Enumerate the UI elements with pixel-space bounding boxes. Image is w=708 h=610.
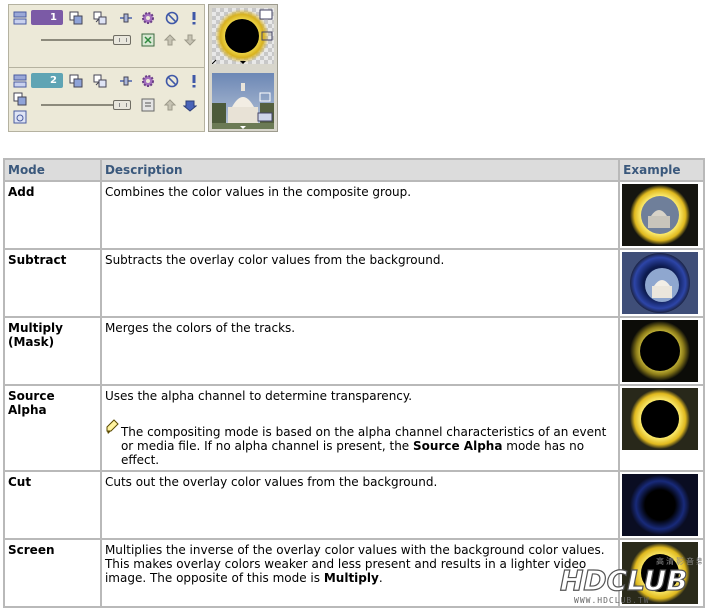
mode-cell: Subtract: [5, 250, 100, 316]
description-cell: Cuts out the overlay color values from t…: [101, 472, 619, 538]
track-fx-gear-icon[interactable]: [141, 74, 155, 88]
table-row: Cut Cuts out the overlay color values fr…: [5, 472, 703, 538]
move-up-arrow-icon[interactable]: [163, 98, 177, 112]
example-image-cut: [622, 474, 699, 536]
move-down-arrow-icon[interactable]: [183, 33, 197, 47]
move-up-arrow-icon[interactable]: [163, 33, 177, 47]
compositing-mode-icon[interactable]: [69, 74, 83, 88]
track-level-slider-thumb[interactable]: [113, 100, 131, 110]
note-bold-mode: Source Alpha: [413, 439, 503, 453]
example-cell: [620, 386, 703, 470]
description-cell: Subtracts the overlay color values from …: [101, 250, 619, 316]
compositing-modes-table: Mode Description Example Add Combines th…: [3, 158, 705, 608]
table-row: Multiply (Mask) Merges the colors of the…: [5, 318, 703, 384]
track-level-slider-thumb[interactable]: [113, 35, 131, 45]
parent-compositing-icon[interactable]: [119, 11, 133, 25]
track-expand-icon[interactable]: [13, 74, 27, 88]
track-header-2[interactable]: 2: [9, 68, 204, 130]
watermark-url: WWW.HDCLUB.TW: [574, 596, 650, 605]
description-cell: Multiplies the inverse of the overlay co…: [101, 540, 619, 606]
track-number-badge: 1: [31, 10, 63, 25]
example-cell: [620, 250, 703, 316]
timeline-events: [208, 4, 278, 132]
solo-icon[interactable]: [187, 11, 201, 25]
parent-compositing-icon[interactable]: [119, 74, 133, 88]
compositing-child-icon[interactable]: [13, 92, 27, 106]
table-header-row: Mode Description Example: [5, 160, 703, 180]
example-image-source-alpha: [622, 388, 699, 450]
table-row: Subtract Subtracts the overlay color val…: [5, 250, 703, 316]
mode-cell: Screen: [5, 540, 100, 606]
mode-cell: Source Alpha: [5, 386, 100, 470]
note-pencil-icon: [106, 419, 119, 434]
description-text: Uses the alpha channel to determine tran…: [104, 389, 413, 403]
table-row: Source Alpha Uses the alpha channel to d…: [5, 386, 703, 470]
track-number-badge: 2: [31, 73, 63, 88]
example-image-multiply: [622, 320, 699, 382]
event-thumbnail-eclipse[interactable]: [212, 8, 274, 64]
track-list-panel: 1 2: [8, 4, 205, 132]
table-row: Add Combines the color values in the com…: [5, 182, 703, 248]
mode-cell: Add: [5, 182, 100, 248]
event-thumbnail-capitol[interactable]: [212, 73, 274, 129]
description-cell: Combines the color values in the composi…: [101, 182, 619, 248]
track-expand-icon[interactable]: [13, 11, 27, 25]
example-cell: [620, 182, 703, 248]
compositing-mode-icon[interactable]: [69, 11, 83, 25]
track-motion-icon[interactable]: [93, 11, 107, 25]
mute-icon[interactable]: [165, 74, 179, 88]
example-image-subtract: [622, 252, 699, 314]
description-bold-mode: Multiply: [323, 571, 379, 585]
watermark-logo-text: HDCLUB: [560, 564, 688, 597]
column-header-example: Example: [620, 160, 703, 180]
example-cell: [620, 318, 703, 384]
description-cell: Merges the colors of the tracks.: [101, 318, 619, 384]
track-motion-icon[interactable]: [93, 74, 107, 88]
mode-cell: Cut: [5, 472, 100, 538]
description-text-end: .: [378, 571, 383, 585]
track-fx-icon[interactable]: [141, 33, 155, 47]
column-header-mode: Mode: [5, 160, 100, 180]
track-alpha-icon[interactable]: [13, 110, 27, 124]
track-header-1[interactable]: 1: [9, 5, 204, 68]
mute-icon[interactable]: [165, 11, 179, 25]
track-fx-icon[interactable]: [141, 98, 155, 112]
track-fx-gear-icon[interactable]: [141, 11, 155, 25]
column-header-description: Description: [101, 160, 619, 180]
solo-icon[interactable]: [187, 74, 201, 88]
description-cell: Uses the alpha channel to determine tran…: [101, 386, 619, 470]
example-image-add: [622, 184, 699, 246]
mode-cell: Multiply (Mask): [5, 318, 100, 384]
hdclub-watermark-logo: 高清影音樂所 HDCLUB WWW.HDCLUB.TW: [559, 556, 702, 605]
note: The compositing mode is based on the alp…: [105, 419, 615, 467]
example-cell: [620, 472, 703, 538]
move-down-arrow-icon[interactable]: [183, 98, 197, 112]
